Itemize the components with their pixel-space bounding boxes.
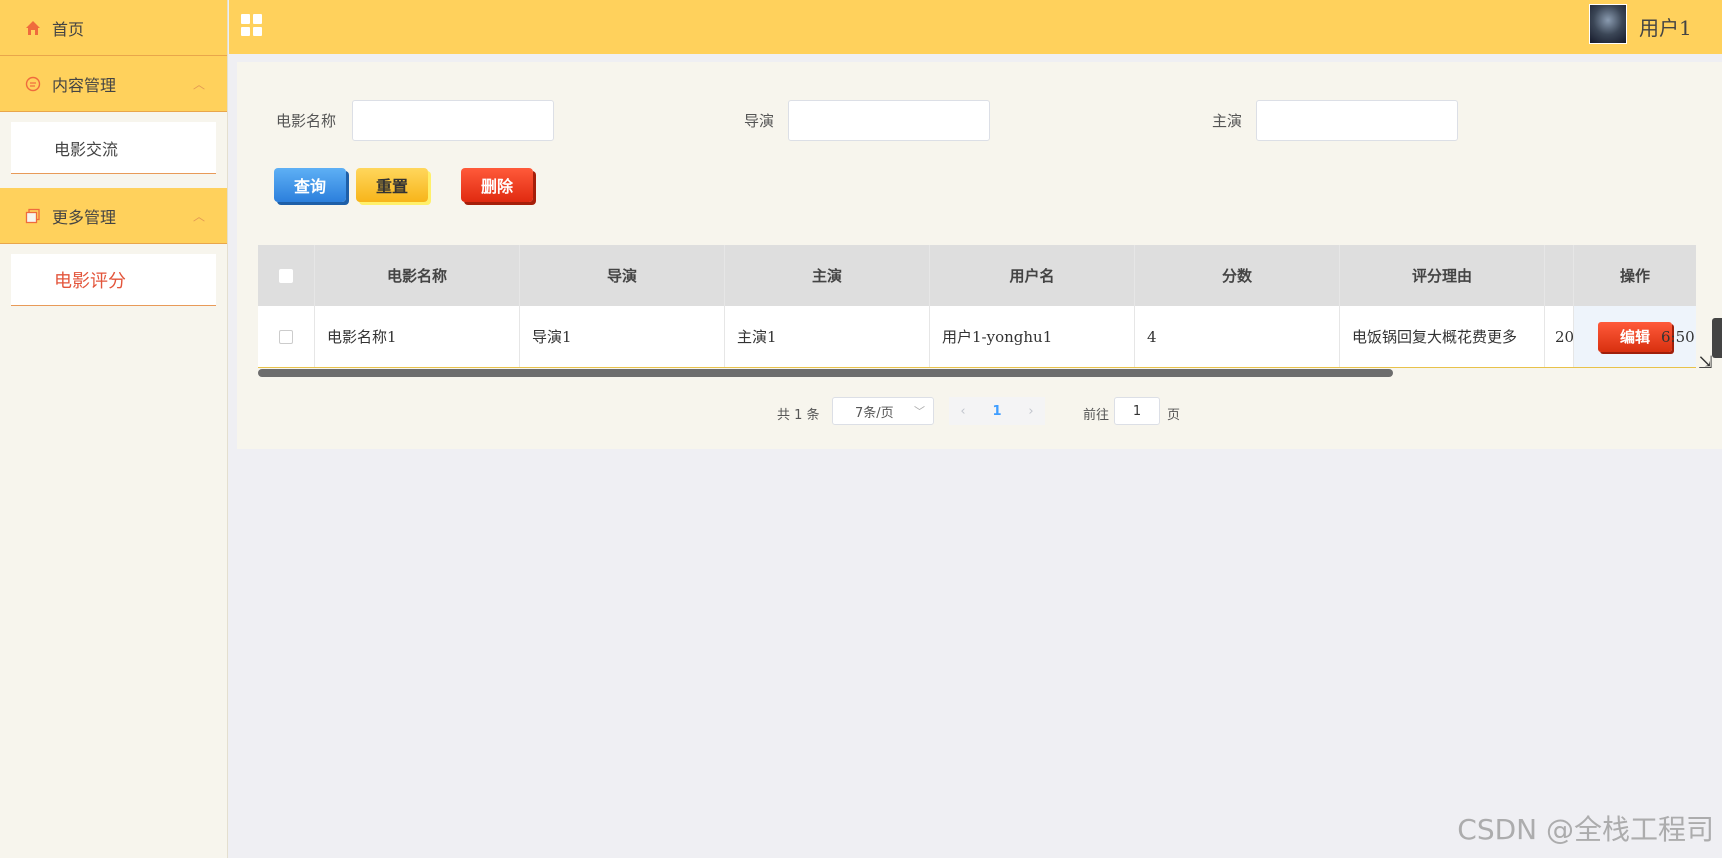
username[interactable]: 用户1 bbox=[1639, 12, 1692, 41]
sidebar-item-movie-exchange[interactable]: 电影交流 bbox=[11, 122, 216, 174]
column-header[interactable]: 分数 bbox=[1135, 245, 1340, 306]
next-page-button[interactable]: › bbox=[1017, 397, 1045, 425]
chevron-left-icon: ‹ bbox=[960, 403, 966, 419]
data-table: 电影名称 导演 主演 用户名 分数 评分理由 操作 电影名称1 导演1 主演1 … bbox=[258, 245, 1696, 368]
cell-movie-name: 电影名称1 bbox=[315, 306, 520, 367]
chevron-right-icon: › bbox=[1028, 403, 1034, 419]
cell-username: 用户1-yonghu1 bbox=[930, 306, 1135, 367]
watermark: CSDN @全栈工程司 bbox=[1457, 813, 1714, 846]
chevron-down-icon: ﹀ bbox=[914, 405, 925, 418]
pagination-total: 共 1 条 bbox=[777, 408, 820, 423]
grid-menu-icon[interactable] bbox=[241, 14, 263, 36]
cell-time-tail: 6:50 bbox=[1661, 328, 1695, 346]
horizontal-scrollbar[interactable] bbox=[258, 369, 1393, 377]
page-size-select[interactable]: 7条/页 ﹀ bbox=[832, 397, 934, 425]
page-size-value: 7条/页 bbox=[855, 405, 894, 421]
topbar: 用户1 bbox=[229, 0, 1722, 54]
table-header: 电影名称 导演 主演 用户名 分数 评分理由 操作 bbox=[258, 245, 1696, 306]
mouse-cursor-icon: ⇲ bbox=[1698, 352, 1714, 373]
actor-input[interactable] bbox=[1256, 100, 1458, 141]
page-number-current[interactable]: 1 bbox=[977, 397, 1017, 425]
table-row: 电影名称1 导演1 主演1 用户1-yonghu1 4 电饭锅回复大概花费更多 … bbox=[258, 306, 1696, 368]
row-checkbox[interactable] bbox=[279, 329, 293, 344]
main-panel: 电影名称 导演 主演 查询 重置 删除 电影名称 导演 主演 用户名 分数 评分… bbox=[237, 62, 1722, 449]
filter-name-label: 电影名称 bbox=[276, 112, 337, 130]
sidebar-item-label: 首页 bbox=[52, 19, 85, 39]
sidebar-group-label: 内容管理 bbox=[52, 75, 117, 95]
cell-actor: 主演1 bbox=[725, 306, 930, 367]
chat-icon bbox=[24, 75, 42, 93]
column-header[interactable]: 评分理由 bbox=[1340, 245, 1545, 306]
cell-director: 导演1 bbox=[520, 306, 725, 367]
goto-label: 前往 bbox=[1083, 408, 1110, 423]
column-header[interactable]: 用户名 bbox=[930, 245, 1135, 306]
row-select-cell bbox=[258, 306, 315, 367]
cell-reason: 电饭锅回复大概花费更多 bbox=[1340, 306, 1545, 367]
goto-page-input[interactable]: 1 bbox=[1114, 397, 1160, 425]
copy-icon bbox=[24, 207, 42, 225]
filter-director-label: 导演 bbox=[744, 112, 775, 130]
movie-name-input[interactable] bbox=[352, 100, 554, 141]
avatar[interactable] bbox=[1589, 4, 1627, 44]
sidebar-item-home[interactable]: 首页 bbox=[0, 0, 227, 56]
home-icon bbox=[24, 19, 42, 37]
reset-button[interactable]: 重置 bbox=[356, 168, 428, 202]
prev-page-button[interactable]: ‹ bbox=[949, 397, 977, 425]
sidebar-group-label: 更多管理 bbox=[52, 207, 117, 227]
query-button[interactable]: 查询 bbox=[274, 168, 346, 202]
sidebar-group-content[interactable]: 内容管理 ︿ bbox=[0, 56, 227, 112]
sidebar: 首页 内容管理 ︿ 电影交流 更多管理 ︿ 电影评分 bbox=[0, 0, 228, 858]
select-all-cell bbox=[258, 245, 315, 306]
page-suffix-label: 页 bbox=[1167, 408, 1181, 423]
director-input[interactable] bbox=[788, 100, 990, 141]
column-header-actions: 操作 bbox=[1573, 245, 1696, 306]
chevron-up-icon: ︿ bbox=[192, 209, 205, 223]
select-all-checkbox[interactable] bbox=[279, 268, 293, 283]
side-drawer-handle[interactable] bbox=[1712, 318, 1722, 358]
filter-actor-label: 主演 bbox=[1212, 112, 1243, 130]
column-header[interactable]: 电影名称 bbox=[315, 245, 520, 306]
cell-score: 4 bbox=[1135, 306, 1340, 367]
delete-button[interactable]: 删除 bbox=[461, 168, 533, 202]
sidebar-group-more[interactable]: 更多管理 ︿ bbox=[0, 188, 227, 244]
column-header[interactable]: 导演 bbox=[520, 245, 725, 306]
chevron-up-icon: ︿ bbox=[192, 77, 205, 91]
sidebar-item-movie-rating[interactable]: 电影评分 bbox=[11, 254, 216, 306]
column-header[interactable]: 主演 bbox=[725, 245, 930, 306]
